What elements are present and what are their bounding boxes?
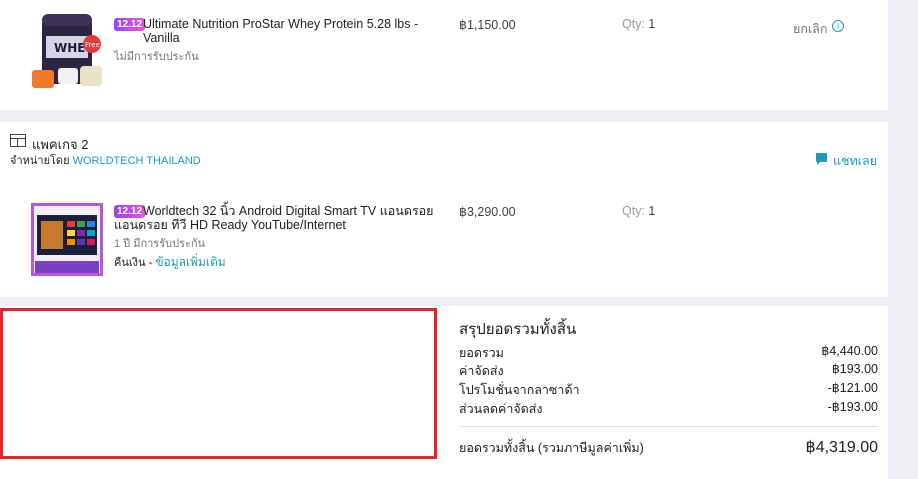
sale-badge: 12.12 (114, 18, 146, 31)
package-icon (10, 134, 26, 147)
seller-link[interactable]: WORLDTECH THAILAND (73, 155, 201, 167)
summary-row-label: ค่าจัดส่ง (459, 364, 504, 378)
summary-row-value: -฿121.00 (827, 381, 878, 395)
chat-now-link[interactable]: แชทเลย (833, 151, 877, 171)
qty-value: 1 (648, 204, 656, 218)
refund-info: คืนเงิน - ข้อมูลเพิ่มเติม (114, 253, 226, 272)
info-icon[interactable]: i (832, 20, 844, 32)
summary-row-label: ส่วนลดค่าจัดส่ง (459, 402, 543, 416)
summary-row-label: ยอดรวม (459, 346, 504, 360)
sold-by-label: จำหน่ายโดย (10, 155, 70, 167)
grand-total-value: ฿4,319.00 (805, 439, 878, 456)
summary-divider (459, 426, 878, 427)
product-title[interactable]: Ultimate Nutrition ProStar Whey Protein … (143, 17, 428, 45)
cancel-link[interactable]: ยกเลิก (793, 19, 827, 39)
warranty-text: ไม่มีการรับประกัน (114, 51, 199, 63)
highlight-box (0, 308, 437, 459)
product-image-tv[interactable] (31, 203, 103, 276)
summary-row-shipping-discount: ส่วนลดค่าจัดส่ง -฿193.00 (459, 399, 878, 417)
warranty-text: 1 ปี มีการรับประกัน (114, 238, 206, 250)
refund-label: คืนเงิน - (114, 257, 153, 269)
summary-row-subtotal: ยอดรวม ฿4,440.00 (459, 343, 878, 361)
product-title[interactable]: Worldtech 32 นิ้ว Android Digital Smart … (114, 204, 434, 232)
summary-row-value: ฿193.00 (831, 362, 878, 376)
summary-title: สรุปยอดรวมทั้งสิ้น (459, 321, 577, 338)
chat-icon[interactable] (816, 153, 827, 165)
summary-row-value: -฿193.00 (827, 400, 878, 414)
product-image-protein[interactable]: WHEY Free (30, 8, 108, 92)
summary-row-shipping: ค่าจัดส่ง ฿193.00 (459, 361, 878, 379)
item-quantity: Qty: 1 (622, 204, 655, 218)
item-price: ฿1,150.00 (459, 18, 516, 32)
qty-value: 1 (648, 17, 656, 31)
qty-label: Qty: (622, 17, 645, 31)
more-info-link[interactable]: ข้อมูลเพิ่มเติม (155, 255, 225, 269)
svg-text:Free: Free (85, 41, 100, 49)
item-quantity: Qty: 1 (622, 17, 655, 31)
order-item-panel: WHEY Free 12.12 Ultimate Nutrition ProSt… (0, 0, 888, 110)
item-price: ฿3,290.00 (459, 205, 516, 219)
qty-label: Qty: (622, 204, 645, 218)
grand-total-label: ยอดรวมทั้งสิ้น (รวมภาษีมูลค่าเพิ่ม) (459, 441, 644, 455)
sold-by: จำหน่ายโดย WORLDTECH THAILAND (10, 151, 201, 169)
summary-row-value: ฿4,440.00 (821, 344, 878, 358)
summary-row-label: โปรโมชั่นจากลาซาด้า (459, 383, 580, 397)
summary-row-promotion: โปรโมชั่นจากลาซาด้า -฿121.00 (459, 380, 878, 398)
